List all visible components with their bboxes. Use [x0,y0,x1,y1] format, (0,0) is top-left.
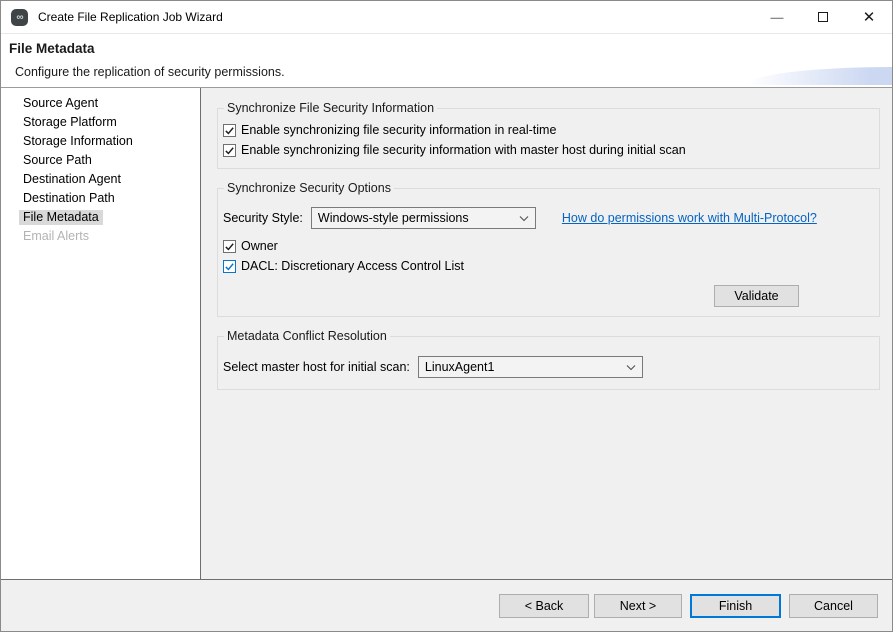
sidebar-item-destination-agent[interactable]: Destination Agent [19,172,125,187]
master-host-label: Select master host for initial scan: [223,360,410,374]
finish-button[interactable]: Finish [690,594,781,618]
master-host-value: LinuxAgent1 [425,360,626,374]
maximize-icon [818,12,828,22]
maximize-button[interactable] [800,1,846,33]
close-button[interactable]: ✕ [846,1,892,33]
wizard-footer: < Back Next > Finish Cancel [1,579,892,632]
dacl-checkbox-row[interactable]: DACL: Discretionary Access Control List [223,259,871,273]
master-host-row: Select master host for initial scan: Lin… [223,356,871,378]
page-title: File Metadata [9,41,95,56]
banner-swoosh-decoration [747,67,892,85]
window-controls: — ✕ [754,1,892,33]
group-synchronize-security-options: Synchronize Security Options Security St… [217,181,880,317]
sidebar-item-file-metadata[interactable]: File Metadata [19,210,103,225]
group-title: Synchronize File Security Information [224,101,437,115]
master-host-dropdown[interactable]: LinuxAgent1 [418,356,643,378]
checkbox-label: Enable synchronizing file security infor… [241,123,556,137]
group-metadata-conflict-resolution: Metadata Conflict Resolution Select mast… [217,329,880,390]
validate-button[interactable]: Validate [714,285,799,307]
page-subtitle: Configure the replication of security pe… [15,65,285,79]
checkbox-checked-icon[interactable] [223,240,236,253]
sidebar-item-storage-platform[interactable]: Storage Platform [19,115,121,130]
sidebar-item-source-agent[interactable]: Source Agent [19,96,102,111]
chevron-down-icon [519,215,529,222]
file-metadata-panel: Synchronize File Security Information En… [201,88,892,579]
titlebar: ∞ Create File Replication Job Wizard — ✕ [1,1,892,33]
owner-checkbox-row[interactable]: Owner [223,239,871,253]
security-style-row: Security Style: Windows-style permission… [223,207,871,229]
wizard-window: ∞ Create File Replication Job Wizard — ✕… [0,0,893,632]
wizard-header: File Metadata Configure the replication … [1,33,892,88]
checkbox-checked-icon[interactable] [223,124,236,137]
sidebar-item-destination-path[interactable]: Destination Path [19,191,119,206]
multi-protocol-help-link[interactable]: How do permissions work with Multi-Proto… [562,211,817,225]
validate-row: Validate [223,279,871,307]
group-title: Metadata Conflict Resolution [224,329,390,343]
back-button[interactable]: < Back [499,594,589,618]
group-title: Synchronize Security Options [224,181,394,195]
checkbox-checked-icon[interactable] [223,144,236,157]
cancel-button[interactable]: Cancel [789,594,878,618]
sidebar-item-storage-information[interactable]: Storage Information [19,134,137,149]
next-button[interactable]: Next > [594,594,682,618]
realtime-security-checkbox-row[interactable]: Enable synchronizing file security infor… [223,123,871,137]
checkbox-label: Owner [241,239,278,253]
security-style-label: Security Style: [223,211,303,225]
wizard-steps-sidebar: Source Agent Storage Platform Storage In… [1,88,201,579]
security-style-value: Windows-style permissions [318,211,519,225]
checkbox-label: Enable synchronizing file security infor… [241,143,686,157]
initial-scan-security-checkbox-row[interactable]: Enable synchronizing file security infor… [223,143,871,157]
sidebar-item-source-path[interactable]: Source Path [19,153,96,168]
window-title: Create File Replication Job Wizard [38,10,223,24]
checkbox-label: DACL: Discretionary Access Control List [241,259,464,273]
chevron-down-icon [626,364,636,371]
app-icon: ∞ [11,9,28,26]
group-synchronize-file-security-information: Synchronize File Security Information En… [217,101,880,169]
wizard-body: Source Agent Storage Platform Storage In… [1,88,892,579]
sidebar-item-email-alerts: Email Alerts [19,229,93,244]
checkbox-checked-focused-icon[interactable] [223,260,236,273]
security-style-dropdown[interactable]: Windows-style permissions [311,207,536,229]
minimize-button[interactable]: — [754,1,800,33]
